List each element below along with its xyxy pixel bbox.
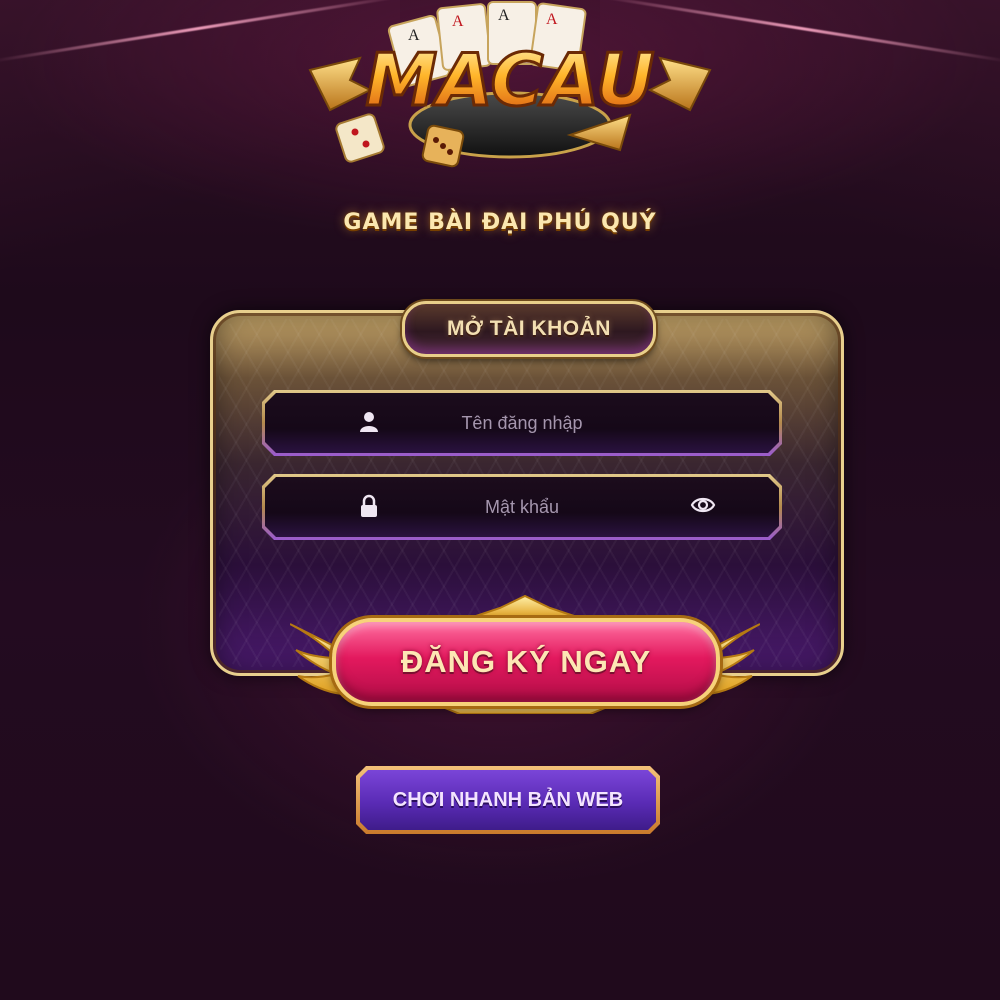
play-web-label: CHƠI NHANH BẢN WEB bbox=[392, 788, 624, 811]
svg-text:A: A bbox=[452, 13, 464, 30]
logo-graphic: A A A A MACAU bbox=[308, 1, 712, 168]
logo-wordmark: MACAU bbox=[366, 38, 655, 122]
tagline: GAME BÀI ĐẠI PHÚ QUÝ bbox=[343, 210, 657, 235]
register-now-label: ĐĂNG KÝ NGAY bbox=[400, 644, 652, 679]
panel-title: MỞ TÀI KHOẢN bbox=[447, 317, 611, 340]
play-web-button[interactable]: CHƠI NHANH BẢN WEB bbox=[356, 766, 660, 834]
register-button-wrapper: ĐĂNG KÝ NGAY bbox=[290, 594, 760, 714]
password-field bbox=[262, 474, 782, 540]
eye-icon[interactable] bbox=[690, 494, 716, 516]
svg-text:A: A bbox=[498, 7, 510, 24]
username-input[interactable] bbox=[322, 390, 722, 456]
panel-title-plate: MỞ TÀI KHOẢN bbox=[402, 301, 656, 357]
macau-logo: A A A A MACAU bbox=[300, 0, 720, 180]
play-web-button-face: CHƠI NHANH BẢN WEB bbox=[360, 770, 656, 830]
register-now-button[interactable]: ĐĂNG KÝ NGAY bbox=[332, 618, 720, 706]
password-input[interactable] bbox=[322, 474, 722, 540]
svg-text:A: A bbox=[546, 11, 558, 28]
username-field bbox=[262, 390, 782, 456]
